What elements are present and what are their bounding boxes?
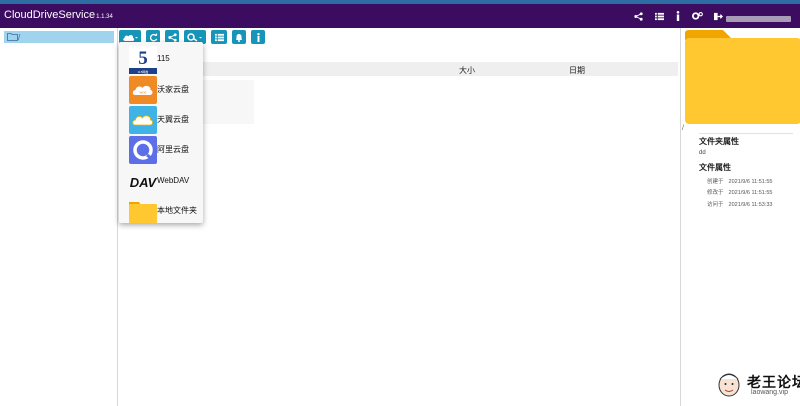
laowang-face-icon (718, 373, 740, 397)
file-properties-title: 文件属性 (699, 163, 731, 172)
folder-properties-title: 文件夹属性 (699, 137, 739, 146)
tree-root-label: / (18, 32, 21, 42)
dropdown-item-label: WebDAV (157, 176, 190, 185)
dropdown-item-label: 本地文件夹 (157, 206, 197, 215)
prop-key: 创建于 (707, 179, 724, 185)
svg-text:5: 5 (138, 48, 148, 69)
folder-name-value: dd (699, 150, 706, 156)
app-version: 1.1.34 (96, 14, 113, 20)
dropdown-item-wojia[interactable]: woc 沃家云盘 (119, 75, 203, 105)
info-icon[interactable] (672, 10, 684, 22)
list-icon[interactable] (653, 10, 665, 22)
column-size[interactable]: 大小 (459, 65, 475, 76)
prop-created: 创建于 2021/9/6 11:51:55 (707, 177, 772, 185)
column-date[interactable]: 日期 (569, 65, 585, 76)
dropdown-item-label: 天翼云盘 (157, 115, 189, 124)
prop-key: 访问于 (707, 202, 724, 208)
settings-icon[interactable] (691, 10, 703, 22)
cloud-add-icon (123, 34, 138, 41)
tree-root-item[interactable]: / (4, 31, 114, 43)
prop-key: 修改于 (707, 190, 724, 196)
header-bar: CloudDriveService1.1.34 (0, 4, 800, 28)
wojia-cloud-logo-icon: woc (129, 76, 157, 104)
bell-icon (236, 33, 242, 42)
selection-ghost (200, 80, 254, 124)
dropdown-item-tianyi[interactable]: 天翼云盘 (119, 105, 203, 135)
prop-value: 2021/9/6 11:53:33 (728, 202, 773, 208)
aliyun-drive-logo-icon (129, 136, 157, 164)
dropdown-item-local-folder[interactable]: 本地文件夹 (119, 196, 203, 226)
info-icon (256, 32, 260, 42)
watermark: 老王论坛 laowang.vip (716, 370, 800, 402)
folder-icon (129, 197, 157, 225)
share-icon[interactable] (632, 10, 644, 22)
folder-large-icon (685, 30, 800, 124)
details-panel: / 文件夹属性 dd 文件属性 创建于 2021/9/6 11:51:55 修改… (680, 28, 800, 406)
prop-accessed: 访问于 2021/9/6 11:53:33 (707, 200, 772, 208)
list-icon (214, 33, 224, 41)
folder-tree-panel: / (0, 28, 118, 406)
share-icon (167, 32, 177, 42)
dropdown-item-115[interactable]: 5 115网盘 115 (119, 45, 203, 75)
webdav-logo-icon: DAV (129, 168, 157, 196)
dropdown-item-label: 阿里云盘 (157, 145, 189, 154)
prop-modified: 修改于 2021/9/6 11:51:55 (707, 188, 772, 196)
dropdown-item-label: 115 (157, 54, 170, 63)
svg-text:woc: woc (139, 90, 146, 95)
dropdown-item-label: 沃家云盘 (157, 85, 189, 94)
dropdown-item-aliyun[interactable]: 阿里云盘 (119, 135, 203, 165)
prop-value: 2021/9/6 11:51:55 (728, 190, 773, 196)
user-account-masked[interactable] (726, 16, 791, 22)
svg-text:115网盘: 115网盘 (138, 69, 149, 74)
tianyi-cloud-logo-icon (129, 106, 157, 134)
info-button[interactable] (251, 30, 265, 44)
refresh-icon (149, 32, 157, 41)
folder-outline-icon (7, 33, 18, 41)
table-header: 大小 日期 (200, 62, 678, 76)
svg-text:DAV: DAV (130, 175, 157, 190)
app-title: CloudDriveService (4, 9, 96, 21)
search-key-icon (187, 32, 202, 42)
logout-icon[interactable] (712, 10, 724, 22)
app-brand[interactable]: CloudDriveService1.1.34 (4, 9, 113, 21)
115-logo-icon: 5 115网盘 (129, 46, 157, 74)
add-cloud-dropdown: 5 115网盘 115 woc 沃家云盘 天翼云盘 阿里云盘 DAV WebDA… (119, 42, 203, 223)
details-path: / (682, 125, 684, 132)
prop-value: 2021/9/6 11:51:55 (728, 179, 773, 185)
divider (699, 133, 793, 134)
app-window: CloudDriveService1.1.34 / 大小 日期 5 115网盘 … (0, 0, 800, 406)
list-view-button[interactable] (211, 30, 227, 44)
dropdown-item-webdav[interactable]: DAV WebDAV (119, 167, 203, 197)
watermark-url: laowang.vip (751, 389, 788, 396)
notification-button[interactable] (232, 30, 246, 44)
